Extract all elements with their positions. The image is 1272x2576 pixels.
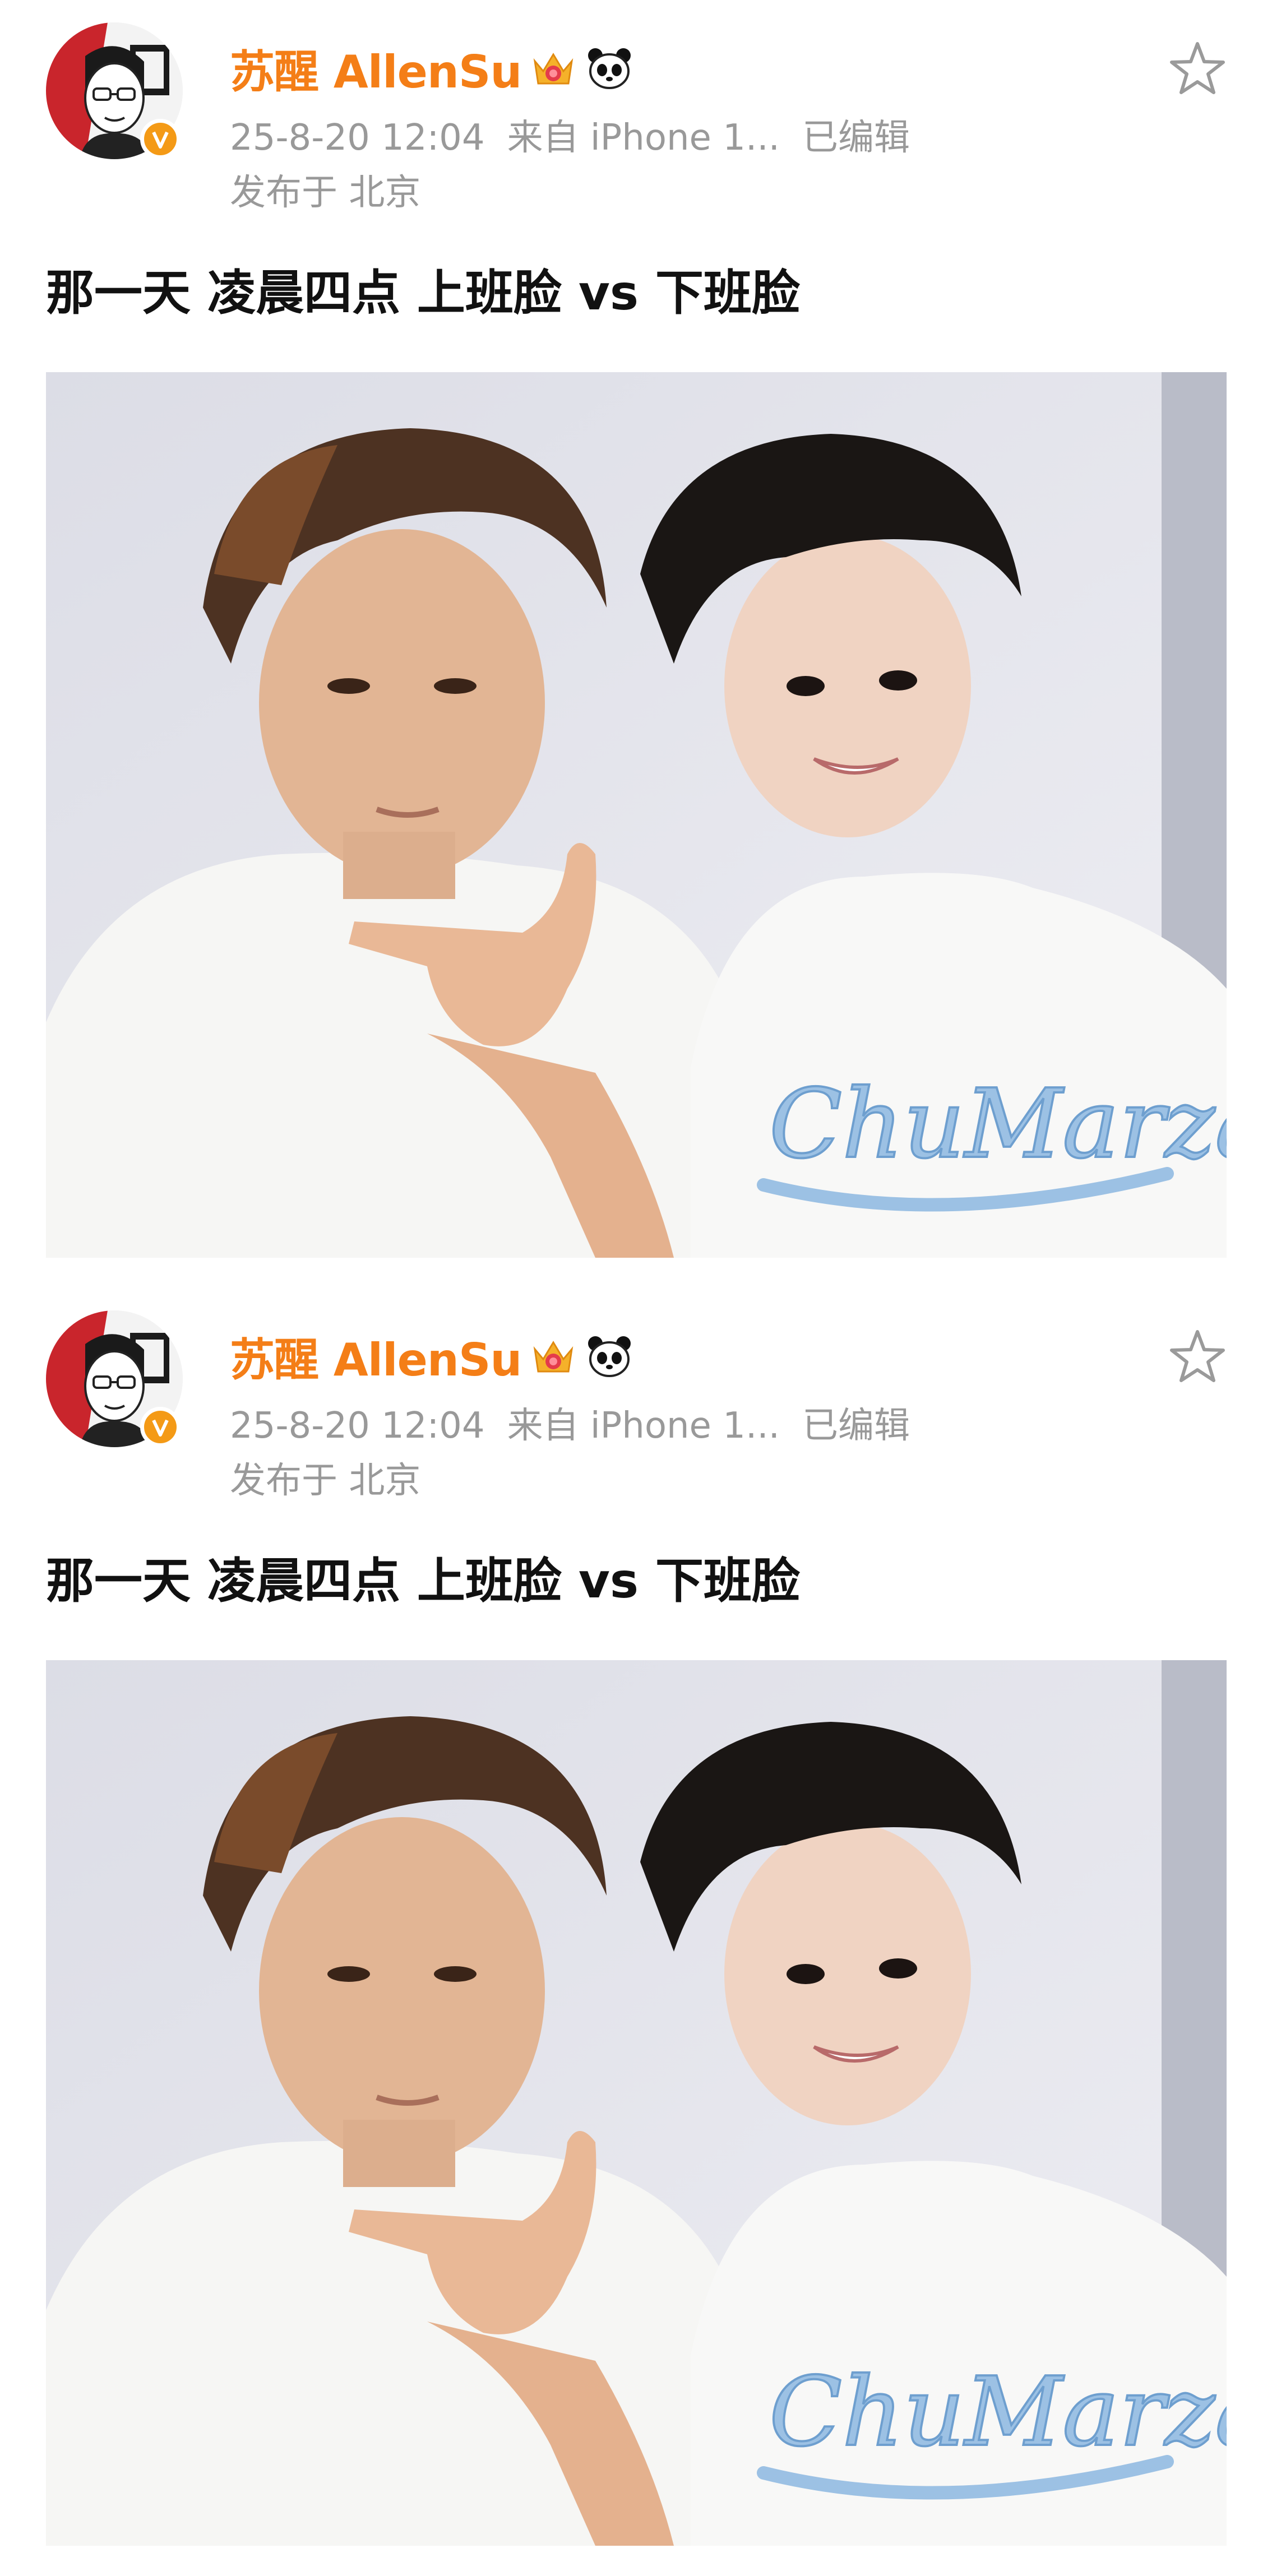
crown-icon[interactable]	[529, 1332, 577, 1380]
edited-label[interactable]: 已编辑	[802, 1405, 910, 1447]
post-meta: 25-8-20 12:04 来自 iPhone 1... 已编辑	[230, 109, 932, 160]
panda-icon[interactable]	[585, 44, 633, 92]
star-icon[interactable]	[1168, 1327, 1227, 1386]
author-name[interactable]: 苏醒 AllenSu	[230, 1324, 522, 1389]
selfie-photo: ChuMarzao	[46, 1660, 1227, 2546]
post-source: 来自 iPhone 1...	[507, 117, 780, 159]
selfie-photo: ChuMarzao	[46, 372, 1227, 1258]
crown-icon[interactable]	[529, 44, 577, 92]
svg-text:ChuMarzao: ChuMarzao	[769, 1069, 1227, 1180]
post-location: 发布于 北京	[230, 1460, 421, 1502]
author-name[interactable]: 苏醒 AllenSu	[230, 36, 522, 101]
svg-text:ChuMarzao: ChuMarzao	[769, 2357, 1227, 2468]
post-location: 发布于 北京	[230, 172, 421, 214]
post-source: 来自 iPhone 1...	[507, 1405, 780, 1447]
author-name-row: 苏醒 AllenSu	[230, 35, 633, 102]
post-content: 那一天 凌晨四点 上班脸 vs 下班脸	[46, 265, 801, 321]
star-icon[interactable]	[1168, 39, 1227, 98]
weibo-post: 苏醒 AllenSu 25-8-20 12:04 来自 iPhone 1... 已编…	[0, 1288, 1272, 2576]
post-photo[interactable]: ChuMarzao	[46, 1660, 1227, 2546]
author-name-row: 苏醒 AllenSu	[230, 1323, 633, 1390]
post-content: 那一天 凌晨四点 上班脸 vs 下班脸	[46, 1553, 801, 1609]
post-meta: 25-8-20 12:04 来自 iPhone 1... 已编辑	[230, 1397, 932, 1448]
verified-badge-icon	[140, 1407, 181, 1447]
panda-icon[interactable]	[585, 1332, 633, 1380]
verified-badge-icon	[140, 119, 181, 159]
post-time: 25-8-20 12:04	[230, 1405, 485, 1447]
post-time: 25-8-20 12:04	[230, 117, 485, 159]
edited-label[interactable]: 已编辑	[802, 117, 910, 159]
weibo-post: 苏醒 AllenSu 25-8-20 12:04 来自 iPhone 1... 已编…	[0, 0, 1272, 1288]
post-photo[interactable]: ChuMarzao	[46, 372, 1227, 1258]
